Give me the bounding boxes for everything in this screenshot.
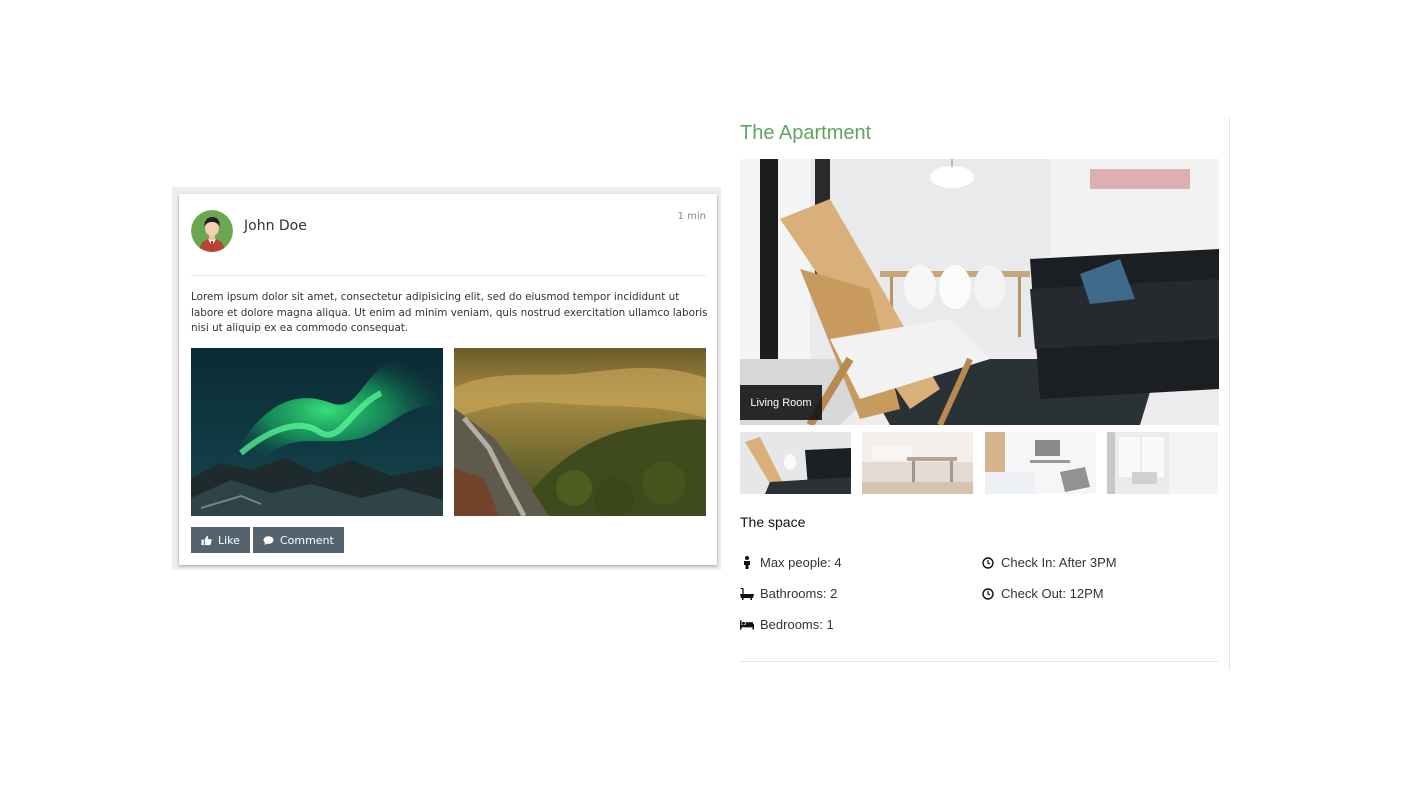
forest-valley-photo[interactable] [454,348,706,516]
comment-button[interactable]: Comment [252,527,344,553]
like-button[interactable]: Like [191,527,250,553]
post-actions: Like Comment [191,527,344,553]
amenity-check-out-label: Check Out: 12PM [1001,586,1104,601]
clock-icon [981,587,995,601]
amenity-check-out: Check Out: 12PM [981,586,1104,601]
person-icon [740,556,754,570]
amenity-max-people: Max people: 4 [740,555,842,570]
thumbnail-bedroom[interactable] [985,432,1096,494]
apartment-title: The Apartment [740,122,872,144]
post-divider [191,275,706,276]
amenity-check-in: Check In: After 3PM [981,555,1117,570]
post-author-name[interactable]: John Doe [244,218,307,234]
amenity-check-in-label: Check In: After 3PM [1001,555,1117,570]
amenity-max-people-label: Max people: 4 [760,555,842,570]
space-heading: The space [740,514,806,530]
photo-caption: Living Room [740,385,822,420]
thumbnail-living-room[interactable] [740,432,851,494]
amenity-bathrooms-label: Bathrooms: 2 [760,586,838,601]
comment-icon [263,535,274,546]
amenity-bathrooms: Bathrooms: 2 [740,586,837,601]
avatar[interactable] [191,210,233,252]
like-label: Like [218,533,240,547]
bathtub-icon [740,587,754,601]
thumbnail-window-room[interactable] [1107,432,1218,494]
apartment-bottom-divider [740,661,1219,662]
amenity-bedrooms: Bedrooms: 1 [740,617,834,632]
bed-icon [740,618,754,632]
thumbnail-dining-room[interactable] [862,432,973,494]
post-timestamp: 1 min [677,211,706,222]
post-body-text: Lorem ipsum dolor sit amet, consectetur … [191,291,708,334]
post-card: John Doe 1 min Lorem ipsum dolor sit ame… [179,194,717,565]
amenity-bedrooms-label: Bedrooms: 1 [760,617,834,632]
aurora-photo[interactable] [191,348,443,516]
apartment-vertical-divider [1229,118,1230,670]
thumbs-up-icon [201,535,212,546]
comment-label: Comment [279,533,334,547]
clock-icon [981,556,995,570]
